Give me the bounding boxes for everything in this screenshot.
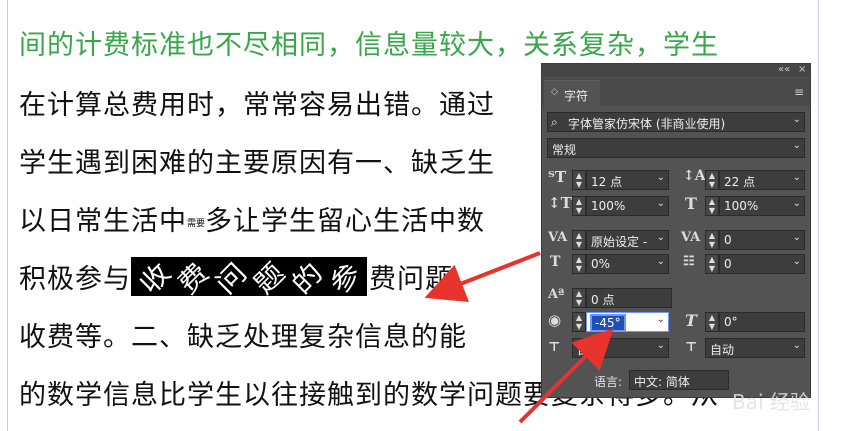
baidu-watermark: Bai 经验 [732,390,810,414]
annotation-arrow-to-rotation [518,328,614,424]
annotation-arrows [424,251,614,424]
annotation-arrow-to-text [424,251,541,303]
